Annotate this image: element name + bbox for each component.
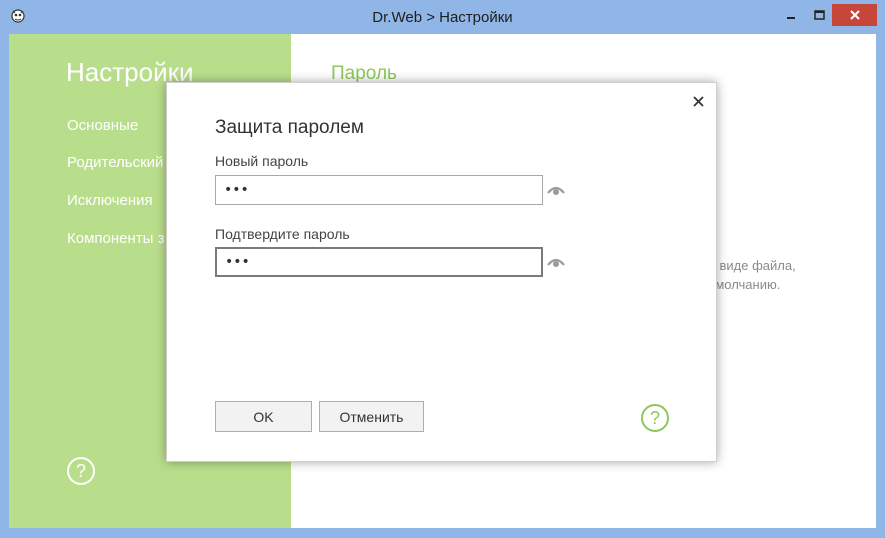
content-text-line: в виде файла, [709, 258, 796, 273]
sidebar-item-exclusions[interactable]: Исключения [67, 192, 153, 209]
app-window: Dr.Web > Настройки Настройки Основные Ро… [0, 0, 885, 538]
content-text-line: умолчанию. [709, 277, 781, 292]
confirm-password-label: Подтвердите пароль [215, 226, 350, 242]
close-icon [692, 95, 704, 107]
minimize-icon [787, 17, 795, 19]
eye-icon[interactable] [547, 183, 565, 197]
sidebar-item-parental[interactable]: Родительский [67, 154, 163, 171]
ok-button[interactable]: OK [215, 401, 312, 432]
maximize-icon [813, 10, 825, 20]
minimize-button[interactable] [776, 4, 806, 26]
dialog-close-button[interactable] [690, 93, 706, 109]
maximize-button[interactable] [806, 4, 832, 26]
close-icon [849, 10, 860, 20]
new-password-input[interactable] [215, 175, 543, 205]
sidebar-item-components[interactable]: Компоненты з [67, 230, 164, 247]
sidebar-item-general[interactable]: Основные [67, 117, 138, 134]
cancel-button[interactable]: Отменить [319, 401, 424, 432]
window-close-button[interactable] [832, 4, 877, 26]
confirm-password-input[interactable] [215, 247, 543, 277]
dialog-title: Защита паролем [215, 117, 364, 138]
new-password-label: Новый пароль [215, 153, 309, 169]
help-icon[interactable]: ? [641, 404, 669, 432]
title-bar[interactable]: Dr.Web > Настройки [0, 0, 885, 34]
eye-icon[interactable] [547, 255, 565, 269]
help-icon[interactable]: ? [67, 457, 95, 485]
password-dialog: Защита паролем Новый пароль Подтвердите … [166, 82, 717, 462]
window-title: Dr.Web > Настройки [372, 9, 513, 26]
